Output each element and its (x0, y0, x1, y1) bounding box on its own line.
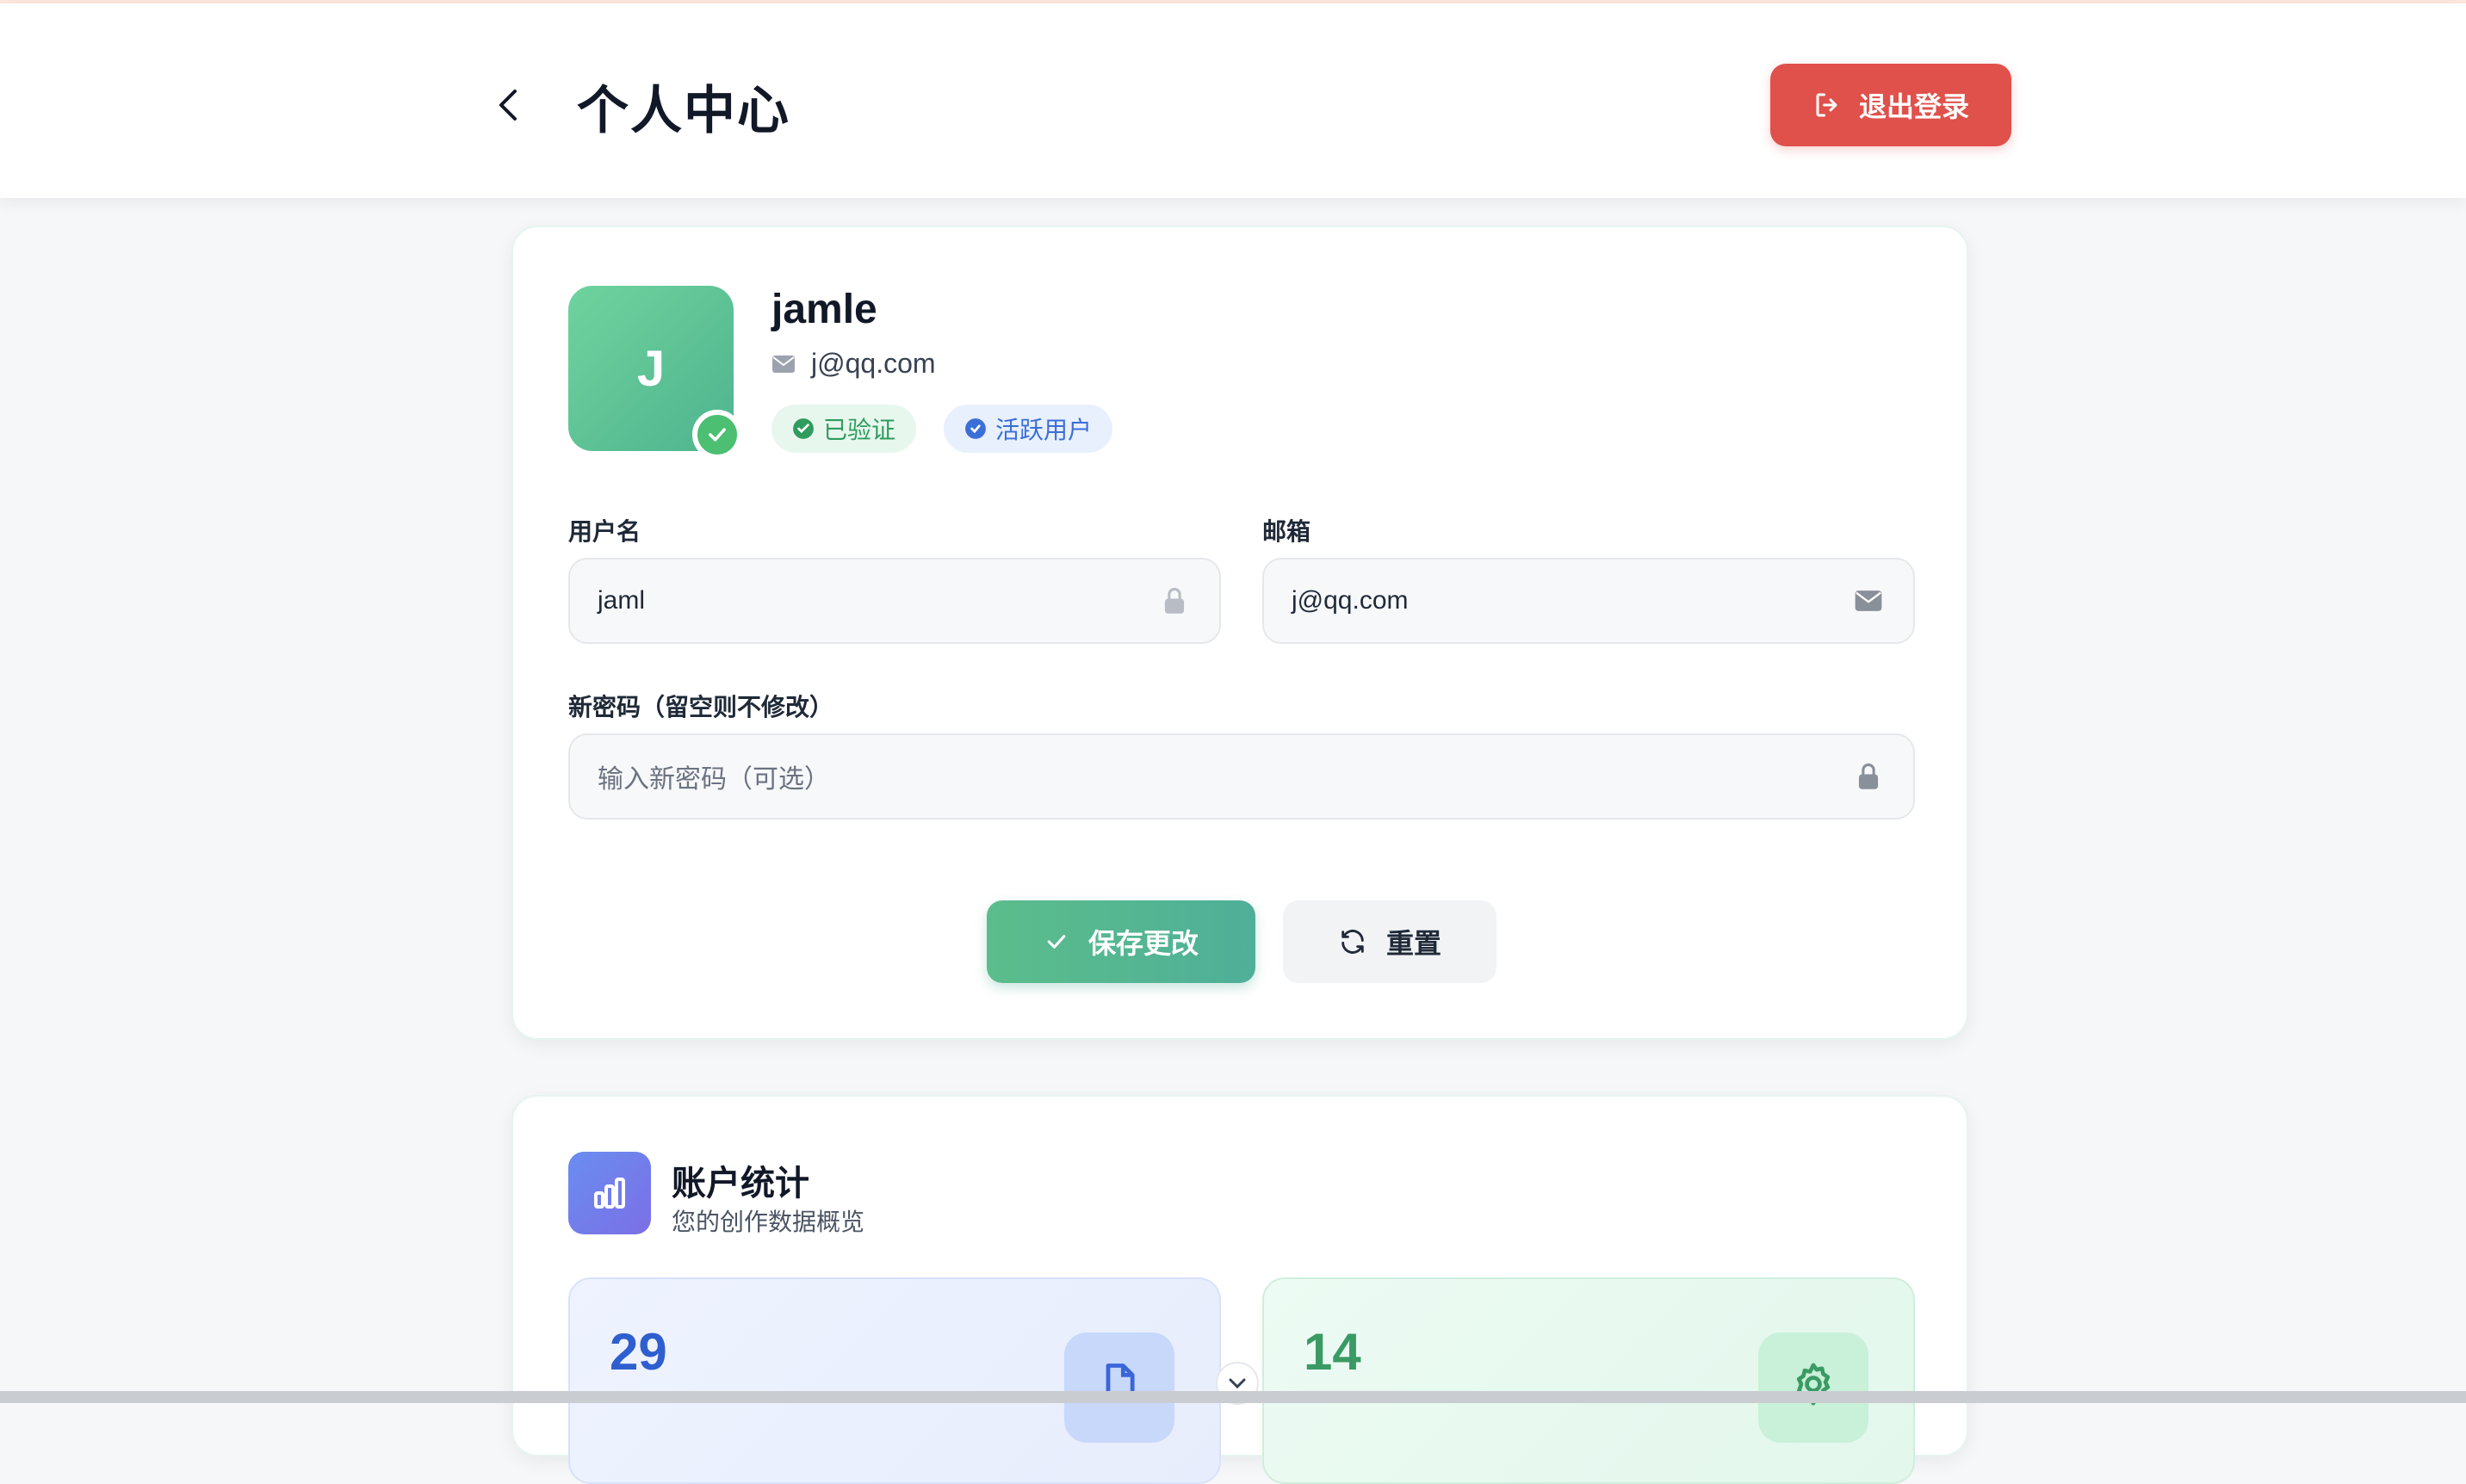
bar-chart-icon (568, 1152, 651, 1234)
stats-title: 账户统计 (672, 1165, 809, 1203)
verified-badge: 已验证 (771, 405, 917, 453)
logout-icon (1816, 93, 1837, 117)
stat-card-projects[interactable]: 14 (1262, 1277, 1915, 1484)
profile-card: J jamle j@qq.com 已验证 活跃用户 用户名 jaml 邮箱 j@… (511, 226, 1968, 1040)
chevron-left-icon (499, 90, 517, 121)
profile-email-line: j@qq.com (771, 348, 936, 380)
shield-check-icon (965, 418, 986, 439)
avatar-letter: J (636, 340, 666, 397)
verified-badge-label: 已验证 (823, 417, 896, 443)
reset-button[interactable]: 重置 (1283, 900, 1496, 983)
gear-icon (1758, 1333, 1868, 1443)
document-icon (1064, 1333, 1174, 1443)
save-label: 保存更改 (1087, 928, 1199, 959)
check-icon (1047, 935, 1066, 949)
user-lock-icon (1157, 584, 1192, 618)
profile-email: j@qq.com (811, 348, 936, 379)
page-title: 个人中心 (577, 82, 790, 139)
mail-icon (772, 355, 795, 373)
stat-value: 29 (610, 1323, 667, 1381)
active-user-badge: 活跃用户 (944, 405, 1113, 453)
header: 个人中心 退出登录 (0, 3, 2466, 198)
logout-button[interactable]: 退出登录 (1770, 64, 2011, 146)
email-field[interactable]: j@qq.com (1262, 558, 1915, 644)
email-value: j@qq.com (1292, 586, 1409, 615)
logout-label: 退出登录 (1858, 91, 1969, 122)
active-user-badge-label: 活跃用户 (995, 417, 1093, 443)
stat-value: 14 (1304, 1323, 1361, 1381)
lock-icon (1851, 759, 1886, 794)
profile-username: jamle (771, 287, 877, 332)
reset-label: 重置 (1385, 928, 1441, 959)
username-value: jaml (598, 586, 646, 615)
email-label: 邮箱 (1262, 518, 1311, 545)
password-field[interactable]: 输入新密码（可选） (568, 733, 1915, 819)
back-button[interactable] (491, 81, 525, 129)
username-field[interactable]: jaml (568, 558, 1221, 644)
password-placeholder: 输入新密码（可选） (598, 765, 830, 794)
password-label: 新密码（留空则不修改） (568, 694, 834, 720)
horizontal-scrollbar[interactable] (0, 1391, 2466, 1403)
stats-subtitle: 您的创作数据概览 (672, 1209, 865, 1235)
chevron-down-icon (1229, 1378, 1246, 1389)
verified-check-icon (692, 410, 742, 460)
username-label: 用户名 (568, 518, 641, 545)
refresh-icon (1341, 930, 1364, 954)
save-button[interactable]: 保存更改 (987, 900, 1255, 983)
badge-list: 已验证 活跃用户 (771, 405, 1113, 453)
mail-icon (1851, 584, 1886, 618)
check-circle-icon (793, 418, 814, 439)
stat-card-articles[interactable]: 29 (568, 1277, 1221, 1484)
